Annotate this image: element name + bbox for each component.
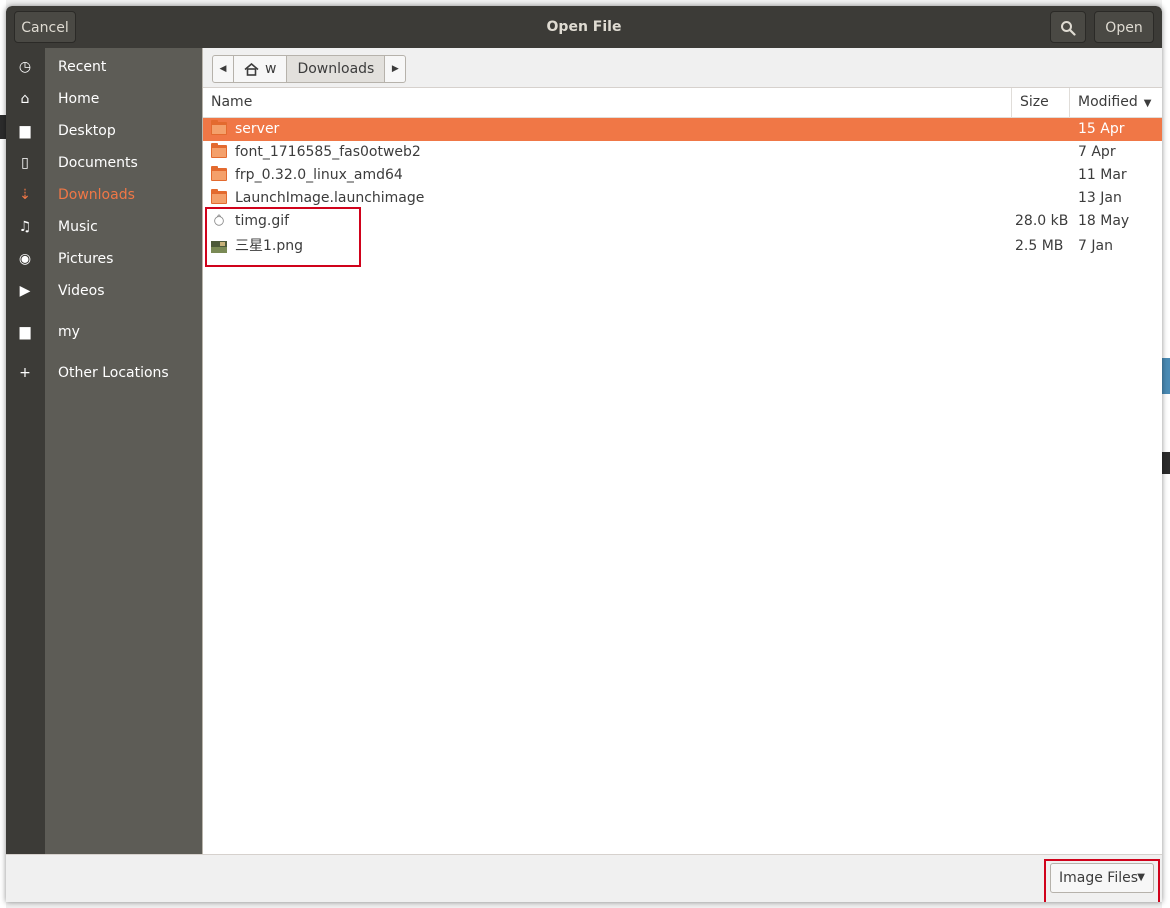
home-icon: ⌂ [20,91,30,107]
home-icon [244,62,259,76]
column-modified-label: Modified [1078,94,1138,110]
file-name: font_1716585_fas0otweb2 [235,144,421,160]
folder-icon [211,120,227,136]
sidebar-item-label: my [58,324,80,340]
path-segment-label: Downloads [297,61,375,77]
file-row[interactable]: frp_0.32.0_linux_amd64 11 Mar [203,164,1162,187]
file-modified: 7 Jan [1078,238,1113,254]
sidebar-item-label: Desktop [58,123,116,139]
file-modified: 7 Apr [1078,144,1116,160]
file-name: LaunchImage.launchimage [235,190,425,206]
file-modified: 11 Mar [1078,167,1127,183]
clock-icon: ◷ [18,59,32,75]
camera-icon: ◉ [18,251,32,267]
bottom-bar: Image Files ▼ [6,854,1162,902]
sidebar-item-label: Documents [58,155,138,171]
gif-file-icon [214,214,224,226]
file-size: 2.5 MB [1015,238,1064,254]
document-icon: ▯ [21,155,29,171]
music-icon: ♫ [18,219,32,235]
file-type-filter-dropdown[interactable]: Image Files ▼ [1050,863,1154,893]
search-button[interactable] [1050,11,1086,43]
folder-icon [211,143,227,159]
sidebar-item-videos[interactable]: ▶ Videos [6,275,202,307]
column-size-header[interactable]: Size [1011,88,1070,117]
file-modified: 13 Jan [1078,190,1122,206]
open-file-dialog: Cancel Open File Open ◷ Recent ⌂ Home ▆ … [6,6,1162,902]
sidebar-item-recent[interactable]: ◷ Recent [6,51,202,83]
sidebar-item-label: Videos [58,283,105,299]
file-row[interactable]: server 15 Apr [203,118,1162,141]
path-bar: ◀ w Downloads ▶ [212,55,407,83]
sidebar-item-my[interactable]: ▆ my [6,316,202,348]
header-bar: Cancel Open File Open [6,6,1162,48]
path-forward-button[interactable]: ▶ [384,56,405,82]
path-back-button[interactable]: ◀ [213,56,233,82]
file-name: server [235,121,280,137]
cancel-button[interactable]: Cancel [14,11,76,43]
background-fragment-right-dark [1162,452,1170,474]
open-button[interactable]: Open [1094,11,1154,43]
sidebar-item-label: Downloads [58,187,135,203]
chevron-right-icon: ▶ [391,64,399,74]
sort-descending-icon: ▼ [1143,98,1152,109]
sidebar-item-label: Music [58,219,98,235]
file-name: frp_0.32.0_linux_amd64 [235,167,403,183]
plus-icon: + [19,365,31,381]
chevron-left-icon: ◀ [219,64,227,74]
sidebar-item-music[interactable]: ♫ Music [6,211,202,243]
file-modified: 15 Apr [1078,121,1125,137]
sidebar-item-pictures[interactable]: ◉ Pictures [6,243,202,275]
sidebar-item-label: Pictures [58,251,114,267]
sidebar-item-other-locations[interactable]: + Other Locations [6,357,202,389]
filter-selected-label: Image Files [1059,870,1139,886]
path-segment-downloads[interactable]: Downloads [286,56,385,82]
sidebar-item-label: Recent [58,59,107,75]
file-row[interactable]: font_1716585_fas0otweb2 7 Apr [203,141,1162,164]
sidebar-item-label: Home [58,91,100,107]
column-name-header[interactable]: Name [211,88,1001,117]
folder-icon [211,166,227,182]
chevron-down-icon: ▼ [1137,872,1145,883]
column-header: Name Size Modified ▼ [203,88,1162,118]
pathbar-area: ◀ w Downloads ▶ [203,48,1162,88]
file-row[interactable]: timg.gif 28.0 kB 18 May [203,210,1162,233]
folder-icon: ▆ [19,324,31,340]
file-name: 三星1.png [235,238,304,254]
sidebar-item-desktop[interactable]: ▆ Desktop [6,115,202,147]
file-browser: ◀ w Downloads ▶ Name Size Modified ▼ ser… [202,48,1162,854]
image-thumbnail-icon [211,241,227,253]
path-segment-home[interactable]: w [233,56,286,82]
file-list: server 15 Apr font_1716585_fas0otweb2 7 … [203,118,1162,259]
file-size: 28.0 kB [1015,213,1069,229]
video-icon: ▶ [19,283,31,299]
background-fragment-right [1162,358,1170,394]
file-modified: 18 May [1078,213,1130,229]
column-modified-header[interactable]: Modified ▼ [1069,88,1162,117]
path-segment-label: w [265,61,277,77]
search-icon [1061,21,1076,36]
download-icon: ⇣ [19,187,31,203]
sidebar-item-home[interactable]: ⌂ Home [6,83,202,115]
file-row[interactable]: LaunchImage.launchimage 13 Jan [203,187,1162,210]
folder-icon [211,189,227,205]
file-row[interactable]: 三星1.png 2.5 MB 7 Jan [203,233,1162,259]
sidebar-item-downloads[interactable]: ⇣ Downloads [6,179,202,211]
sidebar-item-label: Other Locations [58,365,169,381]
file-name: timg.gif [235,213,290,229]
folder-icon: ▆ [19,123,31,139]
places-sidebar: ◷ Recent ⌂ Home ▆ Desktop ▯ Documents ⇣ … [6,48,202,854]
sidebar-item-documents[interactable]: ▯ Documents [6,147,202,179]
dialog-title: Open File [546,19,622,35]
